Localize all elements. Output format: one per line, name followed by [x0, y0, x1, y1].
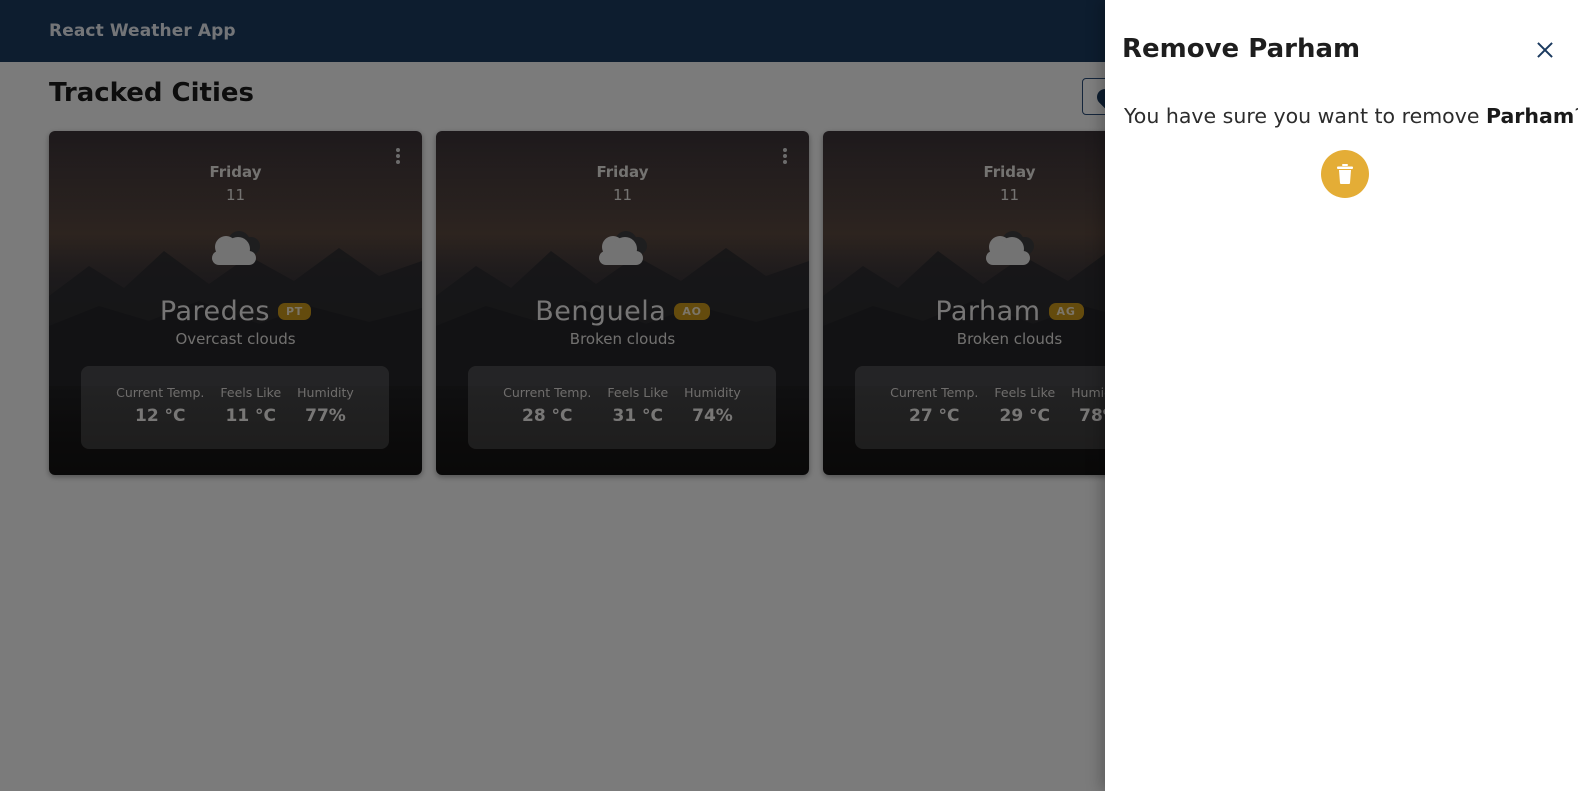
remove-city-drawer: Remove Parham You have sure you want to …	[1105, 0, 1578, 791]
drawer-title: Remove Parham	[1122, 34, 1361, 64]
confirm-suffix: ?	[1574, 104, 1578, 128]
confirm-prefix: You have sure you want to remove	[1124, 104, 1486, 128]
close-icon[interactable]	[1532, 37, 1558, 63]
delete-button[interactable]	[1321, 150, 1369, 198]
trash-icon	[1337, 164, 1353, 184]
confirm-message: You have sure you want to remove Parham?	[1124, 104, 1578, 128]
confirm-city: Parham	[1485, 104, 1575, 128]
